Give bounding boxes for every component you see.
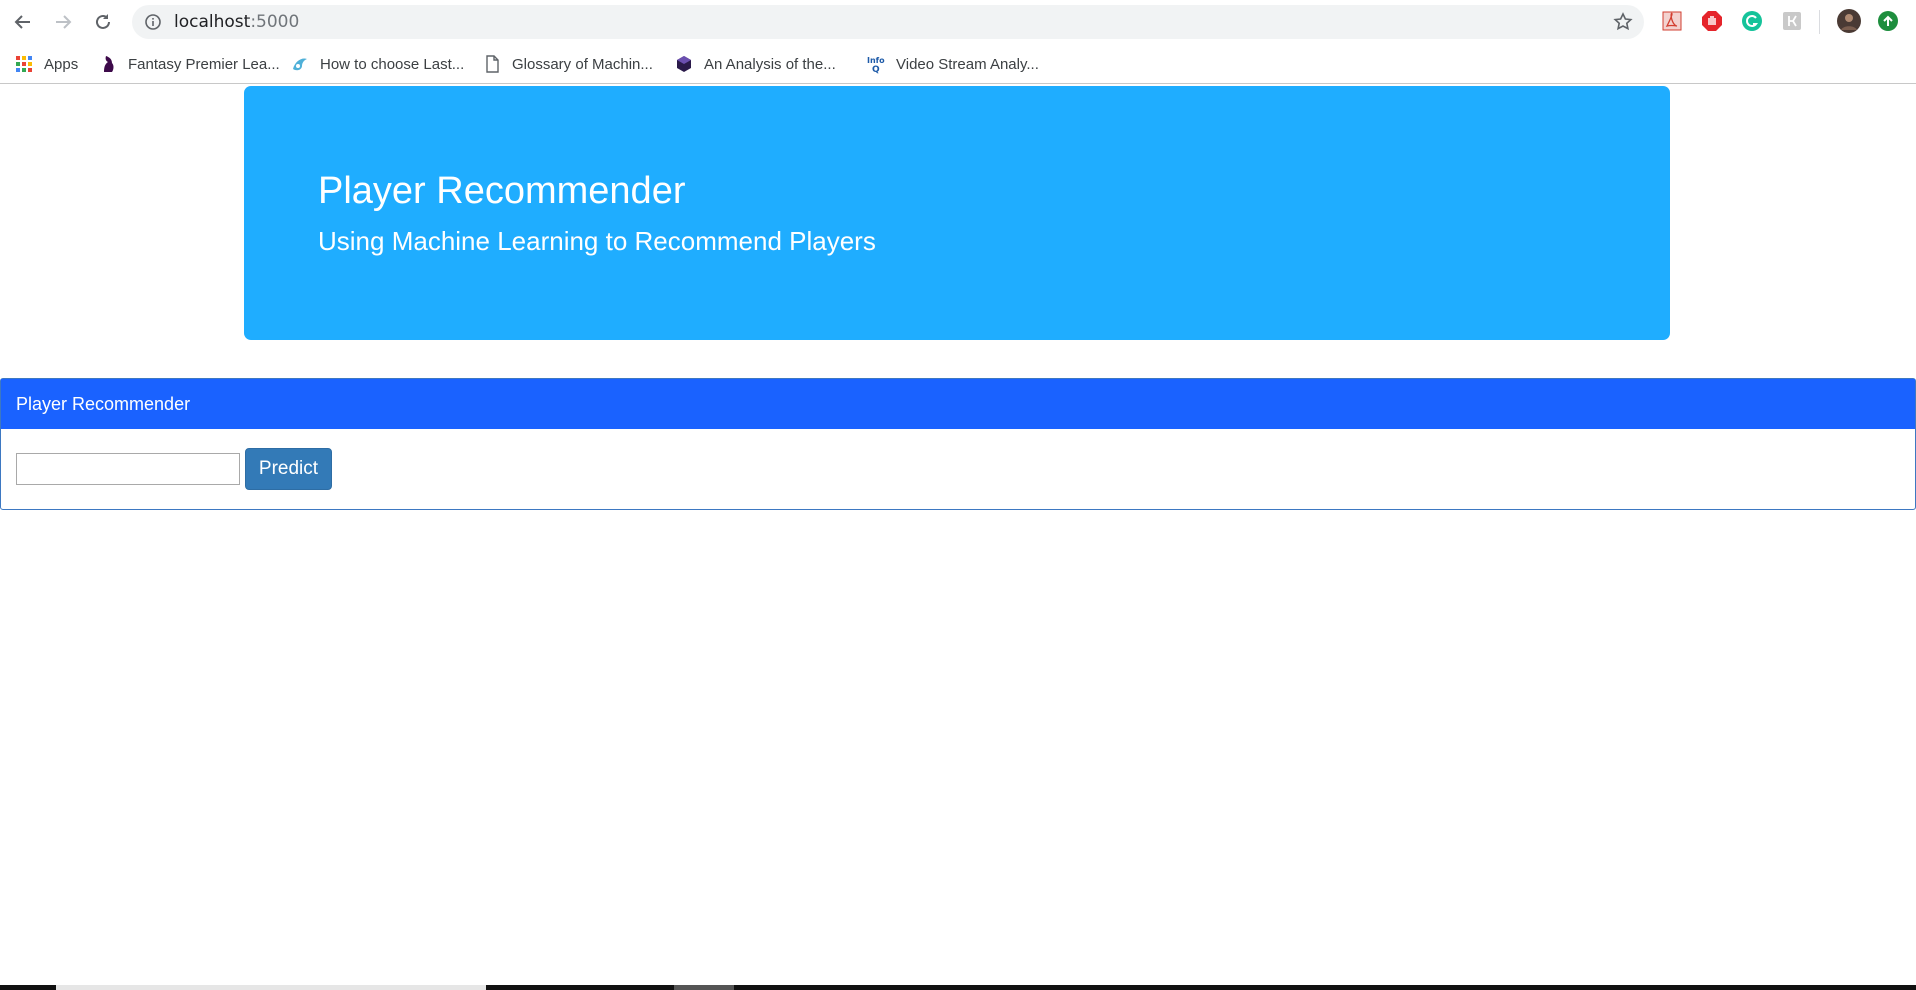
bookmark-label: Glossary of Machin... xyxy=(512,55,653,73)
taskbar-segment xyxy=(674,985,734,990)
bookmark-site-icon xyxy=(290,54,310,74)
bookmark-fantasy-premier-league[interactable]: Fantasy Premier Lea... xyxy=(98,52,280,76)
hexagon-icon xyxy=(674,54,694,74)
back-arrow-icon xyxy=(14,15,30,29)
jumbotron-banner: Player Recommender Using Machine Learnin… xyxy=(244,86,1670,340)
bookmark-glossary[interactable]: Glossary of Machin... xyxy=(482,52,653,76)
bookmark-video-stream[interactable]: Info Q Video Stream Analy... xyxy=(866,52,1039,76)
bookmark-an-analysis[interactable]: An Analysis of the... xyxy=(674,52,836,76)
page-title: Player Recommender xyxy=(318,170,686,212)
pdf-icon[interactable] xyxy=(1661,10,1683,32)
bookmark-label: An Analysis of the... xyxy=(704,55,836,73)
svg-text:Info: Info xyxy=(867,56,885,65)
bookmark-star-icon[interactable] xyxy=(1612,11,1634,33)
bookmark-how-to-choose[interactable]: How to choose Last... xyxy=(290,52,464,76)
reload-icon xyxy=(96,14,110,29)
bookmarks-bar: Apps Fantasy Premier Lea... How to choos… xyxy=(0,44,1916,84)
bookmark-apps[interactable]: Apps xyxy=(14,52,78,76)
info-icon[interactable] xyxy=(144,13,162,31)
url-port: :5000 xyxy=(250,12,300,32)
panel-heading: Player Recommender xyxy=(1,379,1915,429)
page-icon xyxy=(482,54,502,74)
premier-league-icon xyxy=(98,54,118,74)
reload-button[interactable] xyxy=(89,8,117,36)
apps-grid-icon xyxy=(14,54,34,74)
adblock-icon[interactable] xyxy=(1701,10,1723,32)
bookmark-label: How to choose Last... xyxy=(320,55,465,73)
infoq-icon: Info Q xyxy=(866,54,886,74)
extension-icon[interactable] xyxy=(1781,10,1803,32)
url-text[interactable]: localhost:5000 xyxy=(174,5,299,39)
update-icon[interactable] xyxy=(1877,10,1899,32)
forward-arrow-icon xyxy=(56,15,72,29)
forward-button[interactable] xyxy=(49,8,77,36)
taskbar-segment xyxy=(56,985,486,990)
page-subtitle: Using Machine Learning to Recommend Play… xyxy=(318,226,876,256)
bookmark-label: Fantasy Premier Lea... xyxy=(128,55,280,73)
toolbar-separator xyxy=(1819,10,1820,34)
bookmark-label: Video Stream Analy... xyxy=(896,55,1039,73)
browser-toolbar: localhost:5000 xyxy=(0,0,1916,44)
back-button[interactable] xyxy=(9,8,37,36)
player-input[interactable] xyxy=(16,453,240,485)
url-host: localhost xyxy=(174,12,251,32)
recommender-panel: Player Recommender Predict xyxy=(0,378,1916,510)
profile-avatar[interactable] xyxy=(1836,8,1862,34)
svg-text:Q: Q xyxy=(872,65,880,74)
bookmark-label: Apps xyxy=(44,55,79,73)
address-bar[interactable]: localhost:5000 xyxy=(132,5,1644,39)
taskbar-edge xyxy=(0,985,1916,990)
predict-button[interactable]: Predict xyxy=(245,448,332,490)
grammarly-icon[interactable] xyxy=(1741,10,1763,32)
